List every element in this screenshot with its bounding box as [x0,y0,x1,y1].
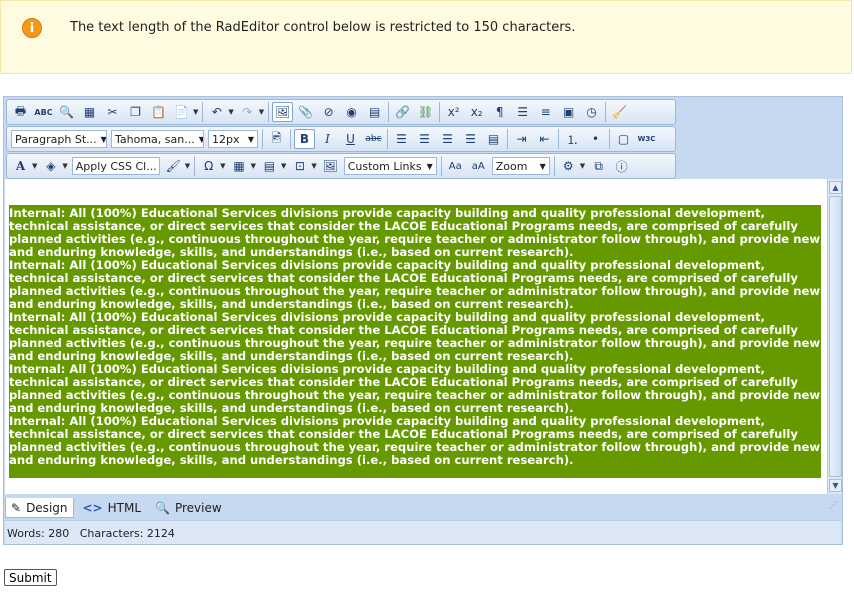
toggle-docking-icon[interactable]: ⧉ [588,156,609,176]
format-brush-icon[interactable]: 🖌 [163,156,184,176]
insert-table-icon[interactable]: ▦ [229,156,250,176]
paragraph-style-dropdown[interactable]: Paragraph St... ▼ [11,130,107,148]
subscript-icon[interactable]: x₂ [466,102,487,122]
align-right-icon[interactable]: ☰ [437,129,458,149]
media-manager-icon[interactable]: ◉ [341,102,362,122]
toolbar-row-2: Paragraph St...▼ Tahoma, san...▼ 12px▼ 🖻… [6,126,676,152]
w3c-icon[interactable]: W3C [636,129,657,149]
convert-lower-icon[interactable]: Aa [445,156,466,176]
image-editor-icon[interactable]: 🖼 [320,156,341,176]
tab-preview[interactable]: 🔍 Preview [150,498,227,518]
superscript-icon[interactable]: x² [443,102,464,122]
css-class-dropdown[interactable]: Apply CSS Cl...▼ [71,157,160,175]
info-icon: i [22,18,42,38]
content-paragraph: Internal: All (100%) Educational Service… [9,258,821,311]
paste-options-icon[interactable]: 📄 [171,102,192,122]
convert-upper-icon[interactable]: aA [468,156,489,176]
tab-design[interactable]: ✎ Design [5,498,74,518]
paste-icon[interactable]: 📋 [148,102,169,122]
content-paragraph: Internal: All (100%) Educational Service… [9,206,821,259]
hyperlink-icon[interactable]: 🔗 [392,102,413,122]
document-manager-icon[interactable]: 📎 [295,102,316,122]
copy-icon[interactable]: ❐ [125,102,146,122]
numbered-list-icon[interactable]: ⒈ [562,129,583,149]
indent-icon[interactable]: ⇥ [511,129,532,149]
chevron-down-icon: ▼ [247,134,254,144]
about-icon[interactable]: ⓘ [611,156,632,176]
toolbar-row-3: A▼ ◈▼ Apply CSS Cl...▼ 🖌▼ Ω▼ ▦▼ ▤▼ ⊡▼ 🖼 … [6,153,676,179]
fore-color-icon[interactable]: A [10,156,31,176]
editor-content-area[interactable]: Internal: All (100%) Educational Service… [5,179,827,494]
info-banner: i The text length of the RadEditor contr… [0,0,852,74]
scroll-thumb[interactable] [829,196,842,477]
remove-link-icon[interactable]: ⛓ [415,102,436,122]
font-size-dropdown[interactable]: 12px ▼ [208,130,258,148]
image-manager-icon[interactable]: 🖼 [272,102,294,122]
content-paragraph: Internal: All (100%) Educational Service… [9,362,821,415]
bulleted-list-icon[interactable]: • [585,129,606,149]
magnifier-icon: 🔍 [155,501,170,515]
snippets-icon[interactable]: ▤ [259,156,280,176]
select-all-icon[interactable]: ▦ [79,102,100,122]
image-map-icon[interactable]: 🖻 [266,129,287,149]
chevron-down-icon: ▼ [539,161,546,171]
info-message: The text length of the RadEditor control… [70,20,576,35]
chevron-down-icon: ▼ [100,134,107,144]
align-center-icon[interactable]: ☰ [414,129,435,149]
outdent-icon[interactable]: ⇤ [534,129,555,149]
horizontal-rule-icon[interactable]: ≡ [535,102,556,122]
insert-paragraph-icon[interactable]: ☰ [512,102,533,122]
insert-time-icon[interactable]: ◷ [581,102,602,122]
align-left-icon[interactable]: ☰ [391,129,412,149]
print-icon[interactable]: 🖶 [10,102,31,122]
justify-none-icon[interactable]: ▤ [483,129,504,149]
content-paragraph: Internal: All (100%) Educational Service… [9,414,821,467]
undo-icon[interactable]: ↶ [206,102,227,122]
flash-manager-icon[interactable]: ⊘ [318,102,339,122]
toolbar-row-1: 🖶 ABC 🔍 ▦ ✂ ❐ 📋 📄 ▼ ↶ ▼ ↷ ▼ 🖼 📎 ⊘ ◉ ▤ 🔗 ⛓ x… [6,99,676,125]
template-manager-icon[interactable]: ▤ [364,102,385,122]
symbols-icon[interactable]: Ω [198,156,219,176]
zoom-dropdown[interactable]: Zoom ▼ [491,157,550,175]
chevron-down-icon: ▼ [157,162,159,171]
chevron-down-icon: ▼ [426,161,433,171]
chevron-down-icon: ▼ [195,135,203,144]
redo-icon[interactable]: ↷ [237,102,258,122]
find-replace-icon[interactable]: 🔍 [56,102,77,122]
content-paragraph: Internal: All (100%) Educational Service… [9,310,821,363]
scroll-up-icon[interactable]: ▲ [829,181,842,194]
tab-html[interactable]: <> HTML [78,498,147,518]
strikethrough-icon[interactable]: abc [363,129,384,149]
submit-button[interactable]: Submit [4,569,57,586]
xhtml-validator-icon[interactable]: ▢ [613,129,634,149]
justify-icon[interactable]: ☰ [460,129,481,149]
module-manager-icon[interactable]: ⚙ [558,156,579,176]
underline-icon[interactable]: U [340,129,361,149]
selected-text-block[interactable]: Internal: All (100%) Educational Service… [9,205,821,478]
word-character-count: Words: 280 Characters: 2124 [5,520,841,544]
bold-icon[interactable]: B [294,129,315,149]
pencil-icon: ✎ [11,500,22,515]
cut-icon[interactable]: ✂ [102,102,123,122]
paragraph-mark-icon[interactable]: ¶ [489,102,510,122]
resize-grip-icon[interactable]: ⋰ [829,501,838,511]
font-name-dropdown[interactable]: Tahoma, san...▼ [111,130,204,148]
scroll-down-icon[interactable]: ▼ [829,479,842,492]
editor-mode-tabs: ✎ Design <> HTML 🔍 Preview [5,497,841,519]
italic-icon[interactable]: I [317,129,338,149]
back-color-icon[interactable]: ◈ [40,156,61,176]
format-stripper-icon[interactable]: 🧹 [609,102,630,122]
form-element-icon[interactable]: ⊡ [289,156,310,176]
code-icon: <> [82,501,103,515]
rad-editor: 🖶 ABC 🔍 ▦ ✂ ❐ 📋 📄 ▼ ↶ ▼ ↷ ▼ 🖼 📎 ⊘ ◉ ▤ 🔗 ⛓ x… [3,96,843,545]
spellcheck-icon[interactable]: ABC [33,102,54,122]
custom-links-dropdown[interactable]: Custom Links ▼ [343,157,437,175]
vertical-scrollbar[interactable]: ▲ ▼ [827,179,842,494]
insert-date-icon[interactable]: ▣ [558,102,579,122]
